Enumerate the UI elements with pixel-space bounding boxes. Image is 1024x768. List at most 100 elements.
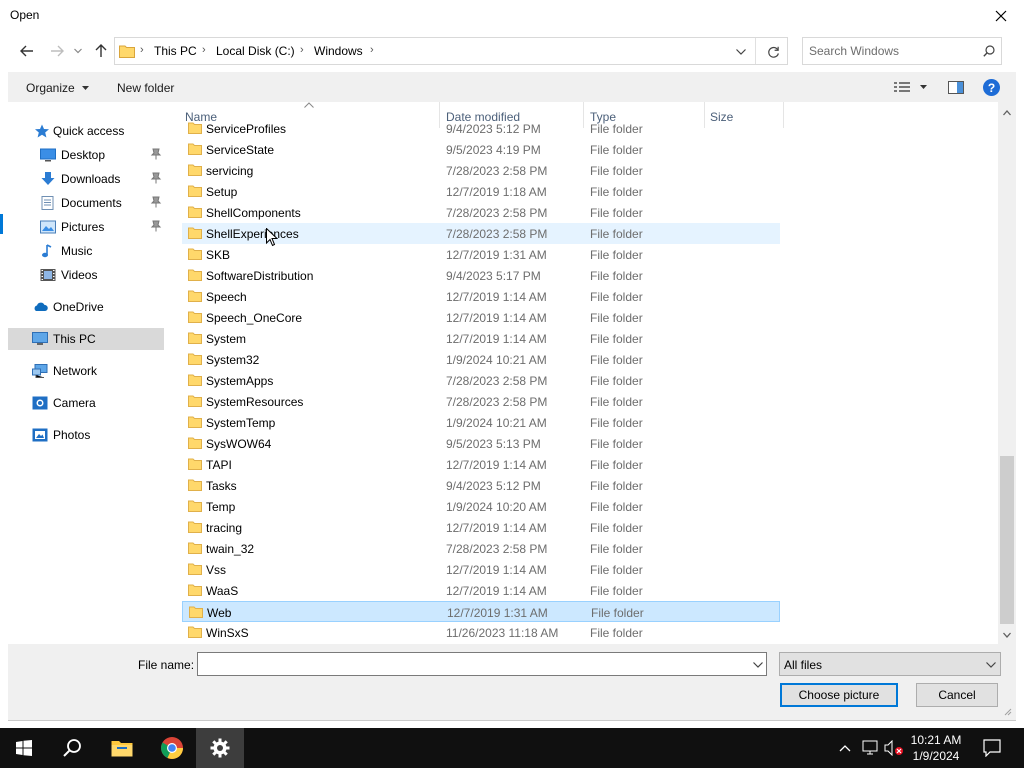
file-type-select[interactable]: All files xyxy=(779,652,1001,676)
resize-grip-icon[interactable] xyxy=(1002,706,1012,716)
sidebar-item-label: OneDrive xyxy=(53,300,104,314)
file-date: 12/7/2019 1:31 AM xyxy=(446,248,547,262)
sidebar-item-label: Pictures xyxy=(61,220,105,234)
file-row[interactable]: ShellComponents 7/28/2023 2:58 PM File fol… xyxy=(182,202,780,223)
breadcrumb-windows[interactable]: Windows xyxy=(314,44,363,58)
address-dropdown-button[interactable] xyxy=(731,45,751,59)
new-folder-label: New folder xyxy=(117,81,175,95)
file-row[interactable]: System 12/7/2019 1:14 AM File folder xyxy=(182,328,780,349)
sidebar-item-videos[interactable]: Videos xyxy=(8,264,164,286)
notifications-icon[interactable] xyxy=(983,739,1001,757)
taskbar-clock[interactable]: 10:21 AM 1/9/2024 xyxy=(896,732,976,764)
file-row[interactable]: servicing 7/28/2023 2:58 PM File folder xyxy=(182,160,780,181)
sidebar-item-onedrive[interactable]: OneDrive xyxy=(8,296,164,318)
file-row[interactable]: SoftwareDistribution 9/4/2023 5:17 PM File… xyxy=(182,265,780,286)
file-row[interactable]: Vss 12/7/2019 1:14 AM File folder xyxy=(182,559,780,580)
organize-button[interactable]: Organize xyxy=(20,74,90,100)
folder-icon xyxy=(188,584,202,596)
sidebar-item-music[interactable]: Music xyxy=(8,240,164,262)
recent-locations-button[interactable] xyxy=(70,40,86,62)
file-row[interactable]: Temp 1/9/2024 10:20 AM File folder xyxy=(182,496,780,517)
sidebar-item-desktop[interactable]: Desktop xyxy=(8,144,164,166)
breadcrumb-local-disk[interactable]: Local Disk (C:) xyxy=(216,44,295,58)
scroll-down-icon[interactable] xyxy=(1003,632,1011,638)
file-date: 12/7/2019 1:14 AM xyxy=(446,311,547,325)
scroll-thumb[interactable] xyxy=(1000,456,1014,624)
back-button[interactable] xyxy=(16,40,38,62)
file-row[interactable]: ServiceProfiles 9/4/2023 5:12 PM File fold… xyxy=(182,118,780,139)
taskbar-chrome[interactable] xyxy=(148,728,196,768)
file-row[interactable]: SystemResources 7/28/2023 2:58 PM File fol… xyxy=(182,391,780,412)
preview-pane-button[interactable] xyxy=(944,76,968,98)
sidebar-item-pictures[interactable]: Pictures xyxy=(8,216,164,238)
folder-icon xyxy=(188,206,202,218)
file-type: File folder xyxy=(590,500,643,514)
address-bar[interactable]: › This PC › Local Disk (C:) › Windows › xyxy=(114,37,788,65)
refresh-button[interactable] xyxy=(763,44,783,60)
file-date: 7/28/2023 2:58 PM xyxy=(446,227,548,241)
search-input[interactable] xyxy=(809,42,974,60)
file-row[interactable]: SystemTemp 1/9/2024 10:21 AM File folder xyxy=(182,412,780,433)
file-row[interactable]: SKB 12/7/2019 1:31 AM File folder xyxy=(182,244,780,265)
sidebar-item-network[interactable]: Network xyxy=(8,360,164,382)
start-button[interactable] xyxy=(0,728,48,768)
file-date: 1/9/2024 10:21 AM xyxy=(446,416,547,430)
file-row[interactable]: ServiceState 9/5/2023 4:19 PM File folder xyxy=(182,139,780,160)
file-row[interactable]: tracing 12/7/2019 1:14 AM File folder xyxy=(182,517,780,538)
breadcrumb-this-pc[interactable]: This PC xyxy=(154,44,197,58)
taskbar-search-button[interactable] xyxy=(48,728,96,768)
chrome-icon xyxy=(161,737,183,759)
file-type: File folder xyxy=(590,437,643,451)
file-row[interactable]: Speech_OneCore 12/7/2019 1:14 AM File fold… xyxy=(182,307,780,328)
folder-icon xyxy=(188,227,202,239)
file-name: servicing xyxy=(206,164,254,178)
sidebar-item-downloads[interactable]: Downloads xyxy=(8,168,164,190)
file-row[interactable]: System32 1/9/2024 10:21 AM File folder xyxy=(182,349,780,370)
taskbar-file-explorer[interactable] xyxy=(98,728,146,768)
file-row[interactable]: twain_32 7/28/2023 2:58 PM File folder xyxy=(182,538,780,559)
forward-button[interactable] xyxy=(46,40,68,62)
file-row[interactable]: SysWOW64 9/5/2023 5:13 PM File folder xyxy=(182,433,780,454)
view-options-button[interactable] xyxy=(890,76,932,98)
up-button[interactable] xyxy=(90,40,112,62)
file-row[interactable]: SystemApps 7/28/2023 2:58 PM File folder xyxy=(182,370,780,391)
file-name: SystemTemp xyxy=(206,416,276,430)
sidebar-item-label: Camera xyxy=(53,396,96,410)
file-type: File folder xyxy=(590,164,643,178)
file-row[interactable]: TAPI 12/7/2019 1:14 AM File folder xyxy=(182,454,780,475)
taskbar-settings[interactable] xyxy=(196,728,244,768)
folder-icon xyxy=(188,626,202,638)
file-row[interactable]: Speech 12/7/2019 1:14 AM File folder xyxy=(182,286,780,307)
file-row[interactable]: WaaS 12/7/2019 1:14 AM File folder xyxy=(182,580,780,601)
file-row[interactable]: Web 12/7/2019 1:31 AM File folder xyxy=(182,601,780,622)
sidebar-item-photos[interactable]: Photos xyxy=(8,424,164,446)
file-row[interactable]: Setup 12/7/2019 1:18 AM File folder xyxy=(182,181,780,202)
sidebar-item-camera[interactable]: Camera xyxy=(8,392,164,414)
file-name: SystemResources xyxy=(206,395,304,409)
file-name: SoftwareDistribution xyxy=(206,269,314,283)
file-row[interactable]: WinSxS 11/26/2023 11:18 AM File folder xyxy=(182,622,780,643)
network-status-icon[interactable] xyxy=(862,740,880,756)
show-hidden-icons-icon[interactable] xyxy=(839,744,851,752)
scroll-up-icon[interactable] xyxy=(1003,110,1011,116)
new-folder-button[interactable]: New folder xyxy=(110,74,186,100)
choose-picture-button[interactable]: Choose picture xyxy=(780,683,898,707)
sidebar-item-label: Network xyxy=(53,364,98,378)
sort-ascending-icon xyxy=(304,102,314,108)
close-button[interactable] xyxy=(986,0,1016,32)
column-divider[interactable] xyxy=(783,102,784,128)
file-type: File folder xyxy=(590,563,643,577)
search-box[interactable] xyxy=(802,37,1002,65)
sidebar-item-quick-access[interactable]: Quick access xyxy=(8,120,164,142)
vertical-scrollbar[interactable] xyxy=(998,102,1016,644)
file-name-input[interactable] xyxy=(202,656,732,672)
sidebar-item-this-pc[interactable]: This PC xyxy=(8,328,164,350)
file-row[interactable]: Tasks 9/4/2023 5:12 PM File folder xyxy=(182,475,780,496)
folder-icon xyxy=(188,500,202,512)
cancel-button[interactable]: Cancel xyxy=(916,683,998,707)
file-date: 7/28/2023 2:58 PM xyxy=(446,164,548,178)
help-button[interactable]: ? xyxy=(983,79,1000,96)
chevron-down-icon[interactable] xyxy=(753,662,763,668)
sidebar-item-documents[interactable]: Documents xyxy=(8,192,164,214)
file-name-combobox[interactable] xyxy=(197,652,767,676)
